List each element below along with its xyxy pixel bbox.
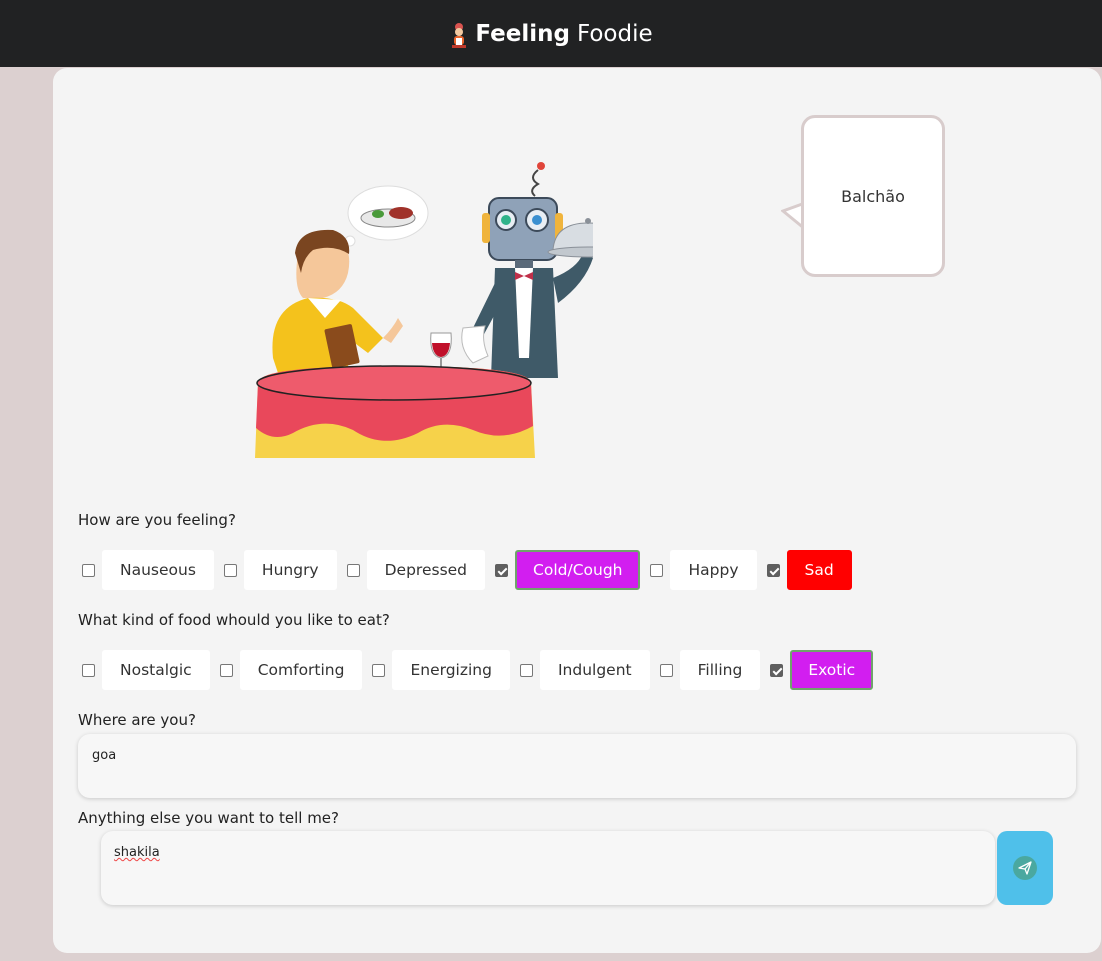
food-checkbox-indulgent[interactable] [519, 663, 533, 677]
feeling-chip-happy[interactable]: Happy [670, 550, 757, 590]
extra-info-textarea[interactable]: shakila [101, 831, 995, 905]
location-input[interactable]: goa [78, 734, 1076, 798]
feeling-chip-hungry[interactable]: Hungry [243, 550, 337, 590]
feeling-chip-nauseous[interactable]: Nauseous [102, 550, 214, 590]
food-option-comforting: Comforting [216, 650, 363, 690]
send-button[interactable] [997, 831, 1053, 905]
food-checkbox-comforting[interactable] [219, 663, 233, 677]
food-checkbox-filling[interactable] [659, 663, 673, 677]
feeling-question: How are you feeling? [78, 511, 236, 529]
feeling-options: Nauseous Hungry Depressed Cold/Cough Happy Sa… [78, 549, 858, 591]
food-suggestion-bubble: Balchão [801, 115, 945, 277]
feeling-option-depressed: Depressed [343, 550, 486, 590]
food-checkbox-nostalgic[interactable] [82, 663, 95, 677]
food-option-indulgent: Indulgent [516, 650, 650, 690]
food-option-energizing: Energizing [368, 650, 510, 690]
extra-info-value: shakila [114, 845, 160, 860]
food-suggestion-text: Balchão [841, 186, 905, 206]
location-input-value: goa [92, 748, 117, 763]
feeling-option-happy: Happy [646, 550, 757, 590]
food-chip-exotic[interactable]: Exotic [790, 650, 874, 690]
food-chip-indulgent[interactable]: Indulgent [539, 650, 650, 690]
food-options: Nostalgic Comforting Energizing Indulgent Fi… [78, 649, 879, 691]
send-icon [1013, 856, 1037, 880]
feeling-checkbox-cold-cough[interactable] [495, 563, 509, 577]
feeling-checkbox-nauseous[interactable] [82, 563, 95, 577]
extra-question: Anything else you want to tell me? [78, 809, 339, 827]
feeling-chip-sad[interactable]: Sad [786, 550, 852, 590]
food-chip-nostalgic[interactable]: Nostalgic [102, 650, 210, 690]
feeling-checkbox-depressed[interactable] [346, 563, 360, 577]
food-chip-energizing[interactable]: Energizing [392, 650, 510, 690]
feeling-checkbox-sad[interactable] [766, 563, 780, 577]
food-option-nostalgic: Nostalgic [78, 650, 210, 690]
main-card: Balchão How are you feeling? Nauseous Hun… [53, 68, 1101, 953]
robot-waiter-illustration [255, 162, 593, 458]
food-question: What kind of food whould you like to eat… [78, 611, 390, 629]
feeling-option-hungry: Hungry [220, 550, 337, 590]
food-checkbox-exotic[interactable] [770, 663, 784, 677]
feeling-chip-cold-cough[interactable]: Cold/Cough [515, 550, 641, 590]
feeling-chip-depressed[interactable]: Depressed [366, 550, 486, 590]
app-title-bold: Feeling [475, 20, 570, 47]
food-chip-filling[interactable]: Filling [679, 650, 761, 690]
food-option-filling: Filling [656, 650, 761, 690]
feeling-option-sad: Sad [763, 550, 852, 590]
food-checkbox-energizing[interactable] [372, 663, 386, 677]
food-chip-comforting[interactable]: Comforting [239, 650, 363, 690]
feeling-option-nauseous: Nauseous [78, 550, 214, 590]
app-title-light: Foodie [576, 20, 653, 47]
chef-icon [452, 22, 467, 48]
app-header: Feeling Foodie [0, 0, 1102, 67]
feeling-checkbox-hungry[interactable] [223, 563, 237, 577]
food-option-exotic: Exotic [766, 650, 874, 690]
feeling-option-cold-cough: Cold/Cough [491, 550, 641, 590]
location-question: Where are you? [78, 711, 196, 729]
feeling-checkbox-happy[interactable] [650, 563, 664, 577]
